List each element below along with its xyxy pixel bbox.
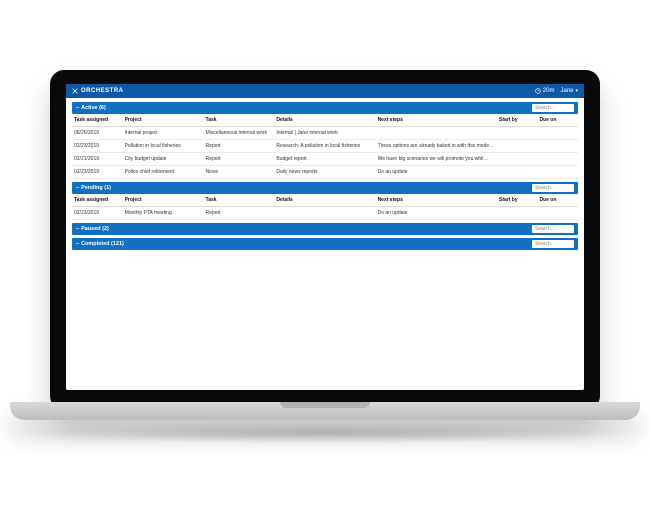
col-project[interactable]: Project [123,194,204,207]
laptop-shadow [20,422,630,444]
col-start-by[interactable]: Start by [497,114,537,127]
col-next-steps[interactable]: Next steps [376,194,497,207]
col-start-by[interactable]: Start by [497,194,537,207]
col-task[interactable]: Task [204,114,275,127]
table-row[interactable]: 06/26/2019 Internal project Miscellaneou… [72,127,578,140]
table-row[interactable]: 02/23/2019 Police chief retirement News … [72,166,578,179]
section-title: Completed (121) [81,241,124,247]
timer-value: 20m [543,88,555,94]
search-input[interactable]: Search... [532,240,574,248]
col-next-steps[interactable]: Next steps [376,114,497,127]
col-details[interactable]: Details [274,194,375,207]
app-screen: ORCHESTRA 20m Jane ▾ [66,84,584,390]
table-active: Task assigned Project Task Details Next … [72,114,578,179]
col-task[interactable]: Task [204,194,275,207]
brand-name: ORCHESTRA [81,88,124,94]
col-details[interactable]: Details [274,114,375,127]
brand: ORCHESTRA [72,88,124,94]
search-input[interactable]: Search... [532,225,574,233]
clock-icon [535,88,541,94]
section-header-completed[interactable]: –Completed (121) Search... [72,238,578,250]
user-menu[interactable]: Jane ▾ [560,88,578,94]
table-pending: Task assigned Project Task Details Next … [72,194,578,220]
section-header-pending[interactable]: –Pending (1) Search... [72,182,578,194]
user-name: Jane [560,88,573,94]
chevron-down-icon: ▾ [575,88,578,94]
search-input[interactable]: Search... [532,184,574,192]
section-header-paused[interactable]: –Paused (2) Search... [72,223,578,235]
brand-icon [72,88,78,94]
col-due-on[interactable]: Due on [537,194,578,207]
table-row[interactable]: 02/23/2019 Monthly PTA meeting Report Do… [72,207,578,220]
col-task-assigned[interactable]: Task assigned [72,194,123,207]
section-title: Pending (1) [81,185,111,191]
top-bar: ORCHESTRA 20m Jane ▾ [66,84,584,98]
content: –Active (6) Search... Task assigned Proj… [66,98,584,390]
col-project[interactable]: Project [123,114,204,127]
laptop-frame: ORCHESTRA 20m Jane ▾ [50,70,600,410]
section-header-active[interactable]: –Active (6) Search... [72,102,578,114]
timer[interactable]: 20m [535,88,555,94]
table-row[interactable]: 02/21/2019 City budget update Report Bud… [72,153,578,166]
col-due-on[interactable]: Due on [537,114,578,127]
section-title: Paused (2) [81,226,109,232]
laptop-base [10,402,640,420]
table-row[interactable]: 02/23/2019 Pollution in local fisheries … [72,140,578,153]
section-title: Active (6) [81,105,106,111]
search-input[interactable]: Search... [532,104,574,112]
col-task-assigned[interactable]: Task assigned [72,114,123,127]
